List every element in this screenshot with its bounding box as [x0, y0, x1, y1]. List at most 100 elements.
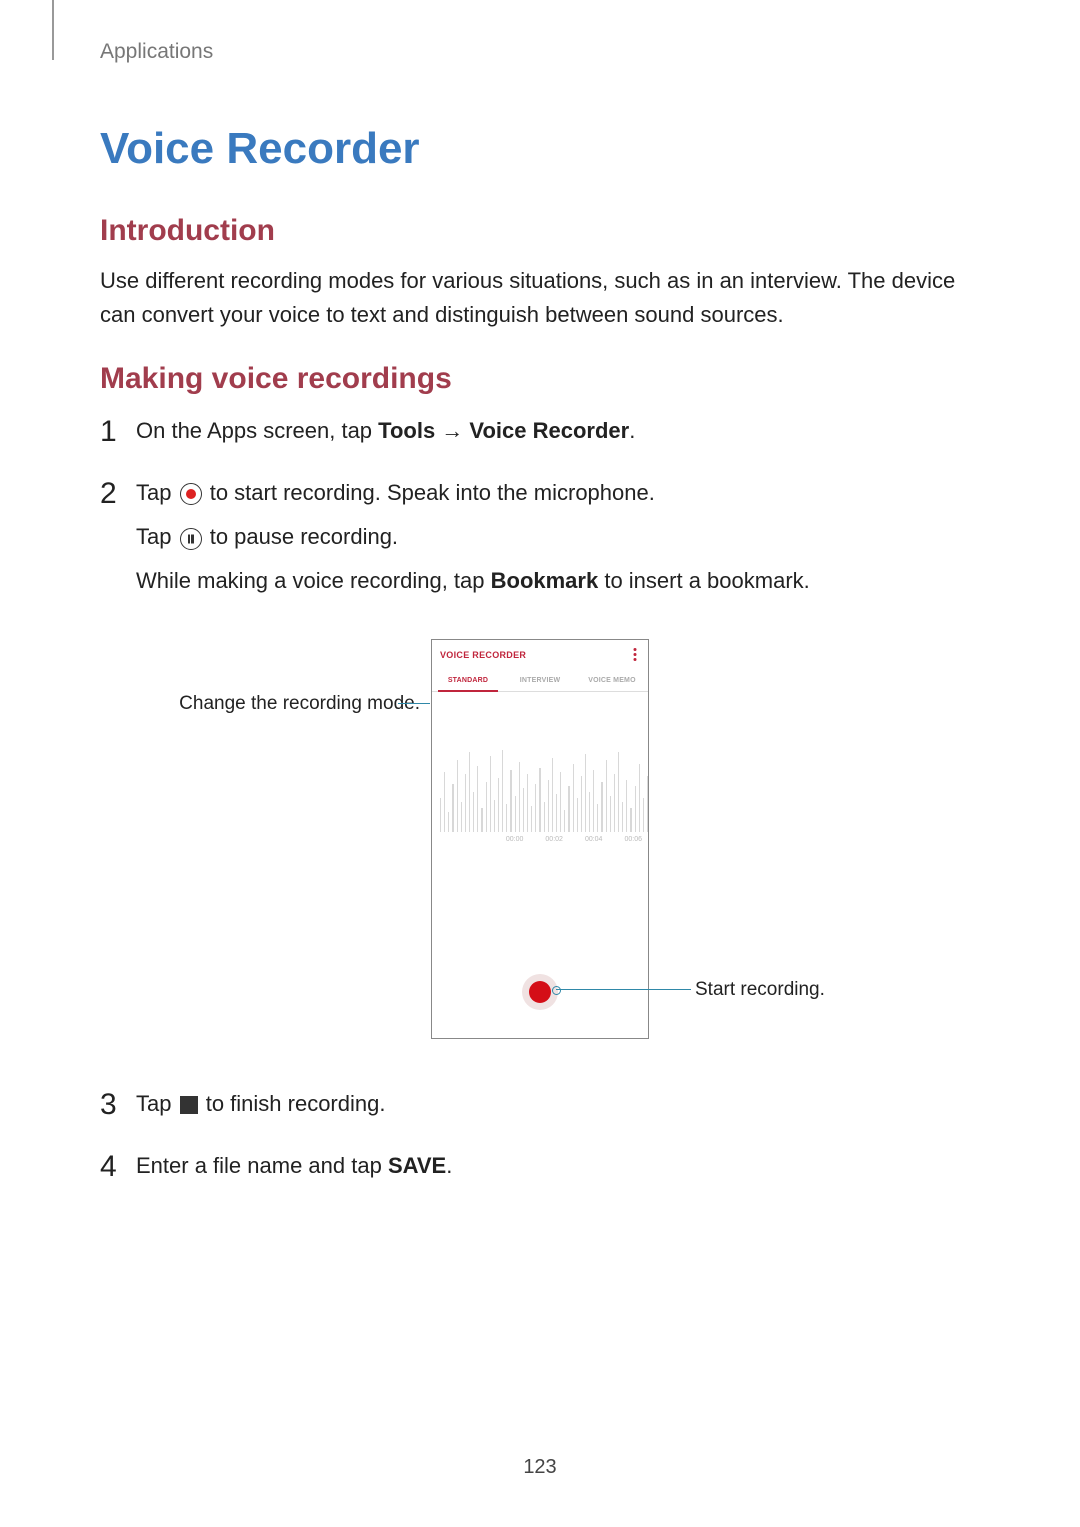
wave-bar [548, 780, 549, 832]
wave-bar [593, 770, 594, 832]
wave-bar [457, 760, 458, 832]
step-1-text-c: → [435, 418, 469, 443]
wave-bar [498, 778, 499, 832]
wave-bar [618, 752, 619, 832]
record-button-dot [529, 981, 551, 1003]
phone-header-title: VOICE RECORDER [440, 650, 526, 660]
wave-bar [523, 788, 524, 832]
wave-bar [444, 772, 445, 832]
tab-standard[interactable]: STANDARD [432, 670, 504, 691]
wave-bar [610, 796, 611, 832]
step-2-text-e: While making a voice recording, tap [136, 568, 491, 593]
wave-bar [473, 792, 474, 832]
step-4-bold-save: SAVE [388, 1153, 446, 1178]
wave-bar [552, 758, 553, 832]
step-3-text-a: Tap [136, 1091, 178, 1116]
step-4-text-a: Enter a file name and tap [136, 1153, 388, 1178]
wave-bar [560, 772, 561, 832]
wave-bar [589, 792, 590, 832]
time-label: 00:04 [585, 836, 603, 843]
wave-bar [597, 804, 598, 832]
page-margin-mark [52, 0, 54, 60]
tab-interview[interactable]: INTERVIEW [504, 670, 576, 691]
wave-bar [510, 770, 511, 832]
wave-bar [581, 776, 582, 832]
wave-bar [606, 760, 607, 832]
wave-bar [643, 798, 644, 832]
step-1-bold-voice-recorder: Voice Recorder [469, 418, 629, 443]
wave-bar [465, 774, 466, 832]
time-axis: 00:00 00:02 00:04 00:06 [432, 832, 648, 843]
record-icon [180, 483, 202, 505]
step-4-text-c: . [446, 1153, 452, 1178]
wave-bar [635, 786, 636, 832]
wave-bar [630, 808, 631, 832]
time-label: 00:06 [624, 836, 642, 843]
more-icon[interactable] [630, 647, 640, 663]
wave-bar [519, 762, 520, 832]
step-3-text-b: to finish recording. [200, 1091, 386, 1116]
wave-bar [544, 802, 545, 832]
wave-bar [469, 752, 470, 832]
callout-right-line [556, 989, 691, 990]
wave-bar [564, 810, 565, 832]
tab-voice-memo[interactable]: VOICE MEMO [576, 670, 648, 691]
pause-icon [180, 528, 202, 550]
wave-bar [531, 806, 532, 832]
wave-bar [440, 798, 441, 832]
wave-bar [601, 782, 602, 832]
wave-bar [556, 794, 557, 832]
wave-bar [585, 754, 586, 832]
wave-bar [506, 804, 507, 832]
wave-bar [622, 802, 623, 832]
page-title: Voice Recorder [100, 124, 980, 174]
wave-bar [639, 764, 640, 832]
wave-bar [452, 784, 453, 832]
step-2-number: 2 [100, 476, 136, 512]
wave-bar [577, 798, 578, 832]
wave-bar [494, 800, 495, 832]
heading-making-recordings: Making voice recordings [100, 362, 980, 396]
wave-bar [573, 764, 574, 832]
wave-bar [502, 750, 503, 832]
step-2-text-d: to pause recording. [204, 524, 398, 549]
step-1-text-a: On the Apps screen, tap [136, 418, 378, 443]
time-label: 00:00 [506, 836, 524, 843]
wave-bar [614, 774, 615, 832]
step-2-text-g: to insert a bookmark. [598, 568, 810, 593]
wave-bar [626, 780, 627, 832]
step-1-bold-tools: Tools [378, 418, 435, 443]
step-4: 4 Enter a file name and tap SAVE. [100, 1149, 980, 1193]
tabs: STANDARD INTERVIEW VOICE MEMO [432, 670, 648, 692]
step-1: 1 On the Apps screen, tap Tools → Voice … [100, 414, 980, 458]
wave-bar [486, 782, 487, 832]
wave-bar [481, 808, 482, 832]
callout-left-line [398, 703, 430, 704]
callout-change-mode: Change the recording mode. [179, 693, 420, 715]
wave-bar [535, 784, 536, 832]
step-2-text-a: Tap [136, 480, 178, 505]
step-3-number: 3 [100, 1087, 136, 1123]
intro-body: Use different recording modes for variou… [100, 264, 980, 332]
wave-bar [477, 766, 478, 832]
phone-screenshot: VOICE RECORDER STANDARD INTERVIEW VOICE … [431, 639, 649, 1039]
waveform [432, 742, 648, 832]
figure: Change the recording mode. VOICE RECORDE… [100, 639, 980, 1069]
step-1-number: 1 [100, 414, 136, 450]
wave-bar [568, 786, 569, 832]
wave-bar [490, 756, 491, 832]
step-4-number: 4 [100, 1149, 136, 1185]
section-label: Applications [100, 40, 980, 64]
page-number: 123 [0, 1456, 1080, 1479]
heading-introduction: Introduction [100, 214, 980, 248]
time-label: 00:02 [545, 836, 563, 843]
wave-bar [515, 796, 516, 832]
stop-icon [180, 1096, 198, 1114]
wave-bar [461, 802, 462, 832]
step-2: 2 Tap to start recording. Speak into the… [100, 476, 980, 608]
wave-bar [539, 768, 540, 832]
wave-bar [448, 812, 449, 832]
wave-bar [527, 774, 528, 832]
step-2-text-c: Tap [136, 524, 178, 549]
callout-start-recording: Start recording. [695, 979, 825, 1001]
